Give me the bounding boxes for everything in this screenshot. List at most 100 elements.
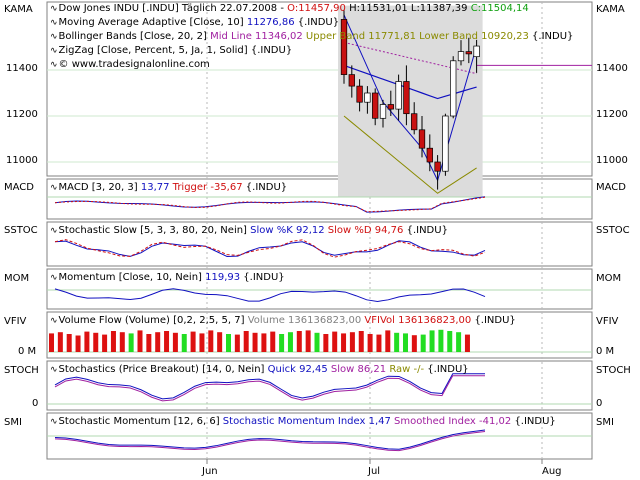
x-label-aug: Aug (542, 466, 562, 477)
smi-header-text: Smoothed Index -41,02 (390, 416, 512, 427)
macd-header-text: {.INDU} (242, 182, 288, 193)
vfi-header-text: Volume 136136823,00 (247, 315, 362, 326)
sslow-header-text: Slow %K 92,12 (250, 225, 325, 236)
volume-flow-bar (376, 334, 382, 352)
kama-header-text: H:11531,01 L:11387,39 (345, 3, 471, 14)
volume-flow-bar (456, 332, 462, 352)
volume-flow-bar (93, 332, 99, 352)
sslow-left-label: SSTOC (4, 225, 38, 236)
volume-flow-bar (279, 334, 285, 352)
indicator-icon: ∿ (50, 273, 58, 283)
volume-flow-bar (75, 335, 81, 352)
stoch-header-text: Slow 86,21 (327, 364, 387, 375)
candle-body (379, 104, 387, 119)
volume-flow-bar (420, 334, 426, 352)
volume-flow-bar (66, 334, 72, 352)
stoch-header-text: Raw -/- (386, 364, 425, 375)
kama-ytick-2: 11000 (6, 155, 38, 166)
kama-header-text: © www.tradesignalonline.com (58, 59, 210, 70)
volume-flow-bar (49, 333, 54, 352)
indicator-icon: ∿ (50, 365, 58, 375)
volume-flow-bar (305, 330, 311, 352)
volume-flow-bar (137, 330, 143, 352)
kama-header-text: C:11504,14 (470, 3, 529, 14)
volume-flow-bar (411, 335, 417, 352)
candle-body (372, 92, 379, 119)
smi-left-label: SMI (4, 417, 22, 428)
vfi-header: ∿Volume Flow (Volume) [0,2, 2,5, 5, 7] V… (50, 314, 516, 328)
volume-flow-bar (385, 330, 391, 352)
volume-flow-bar (438, 329, 444, 352)
volume-flow-bar (155, 332, 161, 352)
volume-flow-bar (314, 332, 320, 352)
candle-body (364, 92, 371, 103)
volume-flow-bar (243, 331, 249, 352)
mom-header-text: {.INDU} (240, 272, 285, 283)
indicator-icon: ∿ (50, 4, 58, 14)
volume-flow-bar (146, 334, 152, 352)
macd-header-text: 13,77 (140, 182, 170, 193)
kama-header: ∿Dow Jones INDU [.INDU] Täglich 22.07.20… (50, 2, 573, 72)
smi-right-label: SMI (596, 417, 614, 428)
volume-flow-bar (403, 333, 408, 352)
kama-header-line: ∿Moving Average Adaptive [Close, 10] 112… (50, 16, 573, 30)
candle-body (348, 74, 355, 87)
kama-header-text: {.INDU} (294, 17, 340, 28)
volume-flow-bar (164, 331, 170, 352)
volume-flow-bar (57, 332, 63, 352)
mom-header-text: 119,93 (205, 272, 241, 283)
kama-header-line: ∿ZigZag [Close, Percent, 5, Ja, 1, Solid… (50, 44, 573, 58)
stoch-left-label: STOCH (4, 365, 39, 376)
indicator-icon: ∿ (50, 60, 58, 70)
stoch-header-text: {.INDU} (424, 364, 469, 375)
volume-flow-bar (226, 334, 231, 352)
x-label-jul: Jul (368, 466, 381, 477)
vfi-right-label: VFIV (596, 316, 619, 327)
macd-header-text: Trigger -35,67 (169, 182, 243, 193)
indicator-icon: ∿ (50, 183, 58, 193)
smi-header-text: Stochastic Momentum [12, 6, 6] (58, 416, 223, 427)
stoch-header-text: Stochastics (Price Breakout) [14, 0, Nei… (58, 364, 268, 375)
volume-flow-bar (296, 331, 302, 352)
volume-flow-bar (349, 332, 355, 352)
volume-flow-bar (367, 334, 373, 352)
mom-header-text: Momentum [Close, 10, Nein] (58, 272, 206, 283)
mom-header-line: ∿Momentum [Close, 10, Nein] 119,93 {.IND… (50, 271, 285, 285)
mom-left-label: MOM (4, 273, 30, 284)
stoch-header: ∿Stochastics (Price Breakout) [14, 0, Ne… (50, 363, 469, 377)
volume-flow-bar (261, 333, 267, 352)
stoch-header-text: Quick 92,45 (267, 364, 328, 375)
volume-flow-bar (110, 331, 116, 352)
volume-flow-bar (252, 332, 258, 352)
volume-flow-bar (190, 331, 196, 352)
volume-flow-bar (464, 334, 470, 352)
macd-header-line: ∿MACD [3, 20, 3] 13,77 Trigger -35,67 {.… (50, 181, 287, 195)
indicator-icon: ∿ (50, 32, 58, 42)
stoch-right-label: STOCH (596, 365, 631, 376)
sslow-header-text: Slow %D 94,76 (324, 225, 404, 236)
sslow-header: ∿Stochastic Slow [5, 3, 3, 80, 20, Nein]… (50, 224, 448, 238)
volume-flow-bar (181, 334, 187, 352)
smi-header-text: Stochastic Momentum Index 1,47 (222, 416, 391, 427)
macd-left-label: MACD (4, 182, 34, 193)
indicator-icon: ∿ (50, 46, 58, 56)
kama-header-line: ∿Bollinger Bands [Close, 20, 2] Mid Line… (50, 30, 573, 44)
mom-right-label: MOM (596, 273, 622, 284)
stoch-ytick-right: 0 (596, 398, 603, 409)
volume-flow-bar (102, 334, 108, 352)
kama-header-text: O:11457,90 (287, 3, 346, 14)
volume-flow-bar (447, 331, 453, 352)
volume-flow-bar (119, 332, 125, 352)
macd-header-text: MACD [3, 20, 3] (58, 182, 141, 193)
kama-ytick-1: 11200 (6, 109, 38, 120)
indicator-icon: ∿ (50, 316, 58, 326)
volume-flow-bar (217, 332, 223, 352)
kama-ytick-right-1: 11200 (596, 109, 628, 120)
volume-flow-bar (332, 331, 338, 352)
vfi-header-text: Volume Flow (Volume) [0,2, 2,5, 5, 7] (58, 315, 248, 326)
volume-flow-bar (429, 330, 435, 352)
kama-header-text: Moving Average Adaptive [Close, 10] (58, 17, 247, 28)
sslow-right-label: SSTOC (596, 225, 630, 236)
vfi-header-line: ∿Volume Flow (Volume) [0,2, 2,5, 5, 7] V… (50, 314, 516, 328)
volume-flow-bar (199, 333, 205, 352)
